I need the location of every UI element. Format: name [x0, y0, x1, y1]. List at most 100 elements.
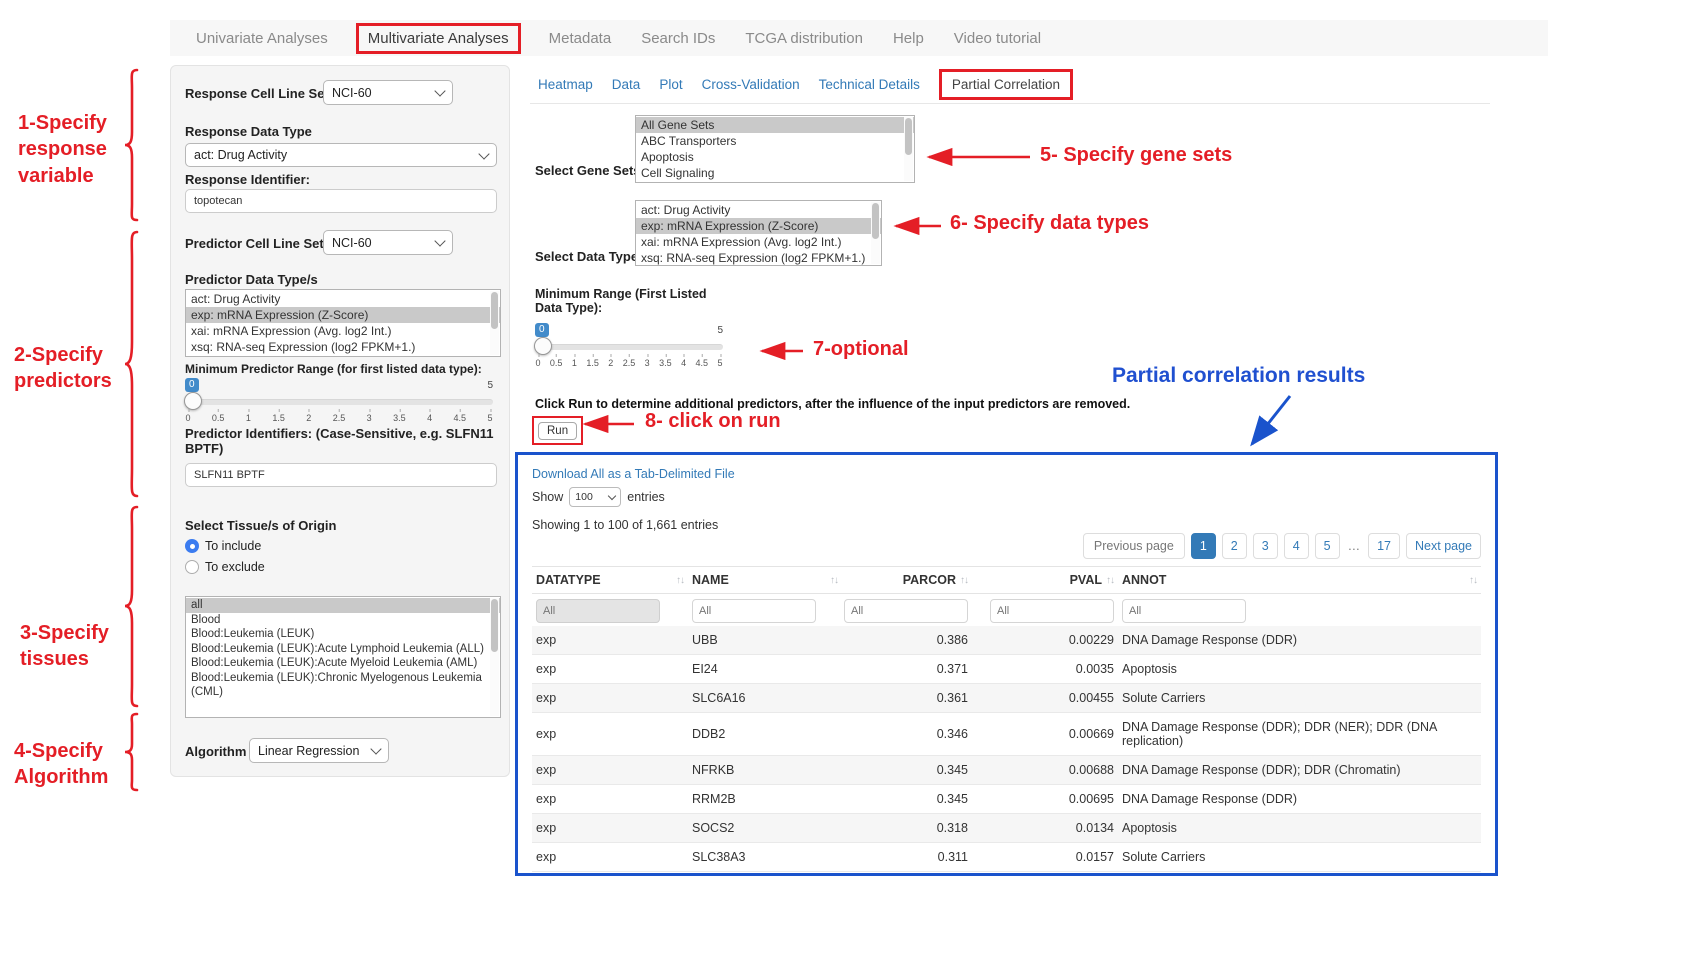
top-nav: Univariate Analyses Multivariate Analyse… — [170, 20, 1548, 56]
list-option[interactable]: xai: mRNA Expression (Avg. log2 Int.) — [186, 323, 500, 339]
run-button[interactable]: Run — [538, 422, 577, 440]
page-button-1[interactable]: 1 — [1191, 533, 1216, 559]
list-option[interactable]: Blood:Leukemia (LEUK):Acute Myeloid Leuk… — [186, 656, 500, 671]
nav-univariate-analyses[interactable]: Univariate Analyses — [196, 30, 328, 47]
filter-pval-input[interactable] — [990, 599, 1114, 623]
algorithm-select[interactable]: Linear Regression — [249, 738, 389, 763]
min-predictor-range-slider: 0 5 0 0.5 1 1.5 2 2.5 3 3.5 4 4.5 5 — [185, 378, 493, 424]
list-option[interactable]: exp: mRNA Expression (Z-Score) — [186, 307, 500, 323]
slider-ticks: 0 0.5 1 1.5 2 2.5 3 3.5 4 4.5 5 — [538, 354, 720, 368]
nav-metadata[interactable]: Metadata — [549, 30, 612, 47]
radio-selected-icon[interactable] — [185, 539, 199, 553]
table-row: exp RRM2B 0.345 0.00695 DNA Damage Respo… — [532, 785, 1481, 814]
annotation-arrow-results — [1240, 392, 1300, 454]
list-option[interactable]: Cell Signaling — [636, 165, 914, 181]
tab-data[interactable]: Data — [612, 77, 641, 92]
scrollbar-thumb[interactable] — [491, 292, 498, 329]
slider-track[interactable] — [535, 344, 723, 350]
table-row: exp EI24 0.371 0.0035 Apoptosis — [532, 655, 1481, 684]
list-option[interactable]: Blood:Leukemia (LEUK):Chronic Myelogenou… — [186, 671, 500, 700]
slider-max-label: 5 — [717, 325, 723, 336]
list-option[interactable]: xsq: RNA-seq Expression (log2 FPKM+1.) — [186, 339, 500, 355]
column-header-datatype[interactable]: DATATYPE ↑↓ — [536, 573, 684, 587]
nav-multivariate-analyses[interactable]: Multivariate Analyses — [368, 30, 509, 47]
annotation-step4: 4-Specify Algorithm — [14, 738, 108, 791]
annotation-step6: 6- Specify data types — [950, 212, 1149, 235]
list-option[interactable]: xai: mRNA Expression (Avg. log2 Int.) — [636, 234, 881, 250]
list-option[interactable]: all — [186, 598, 500, 613]
nav-search-ids[interactable]: Search IDs — [641, 30, 715, 47]
radio-to-exclude[interactable]: To exclude — [185, 560, 265, 574]
nav-video-tutorial[interactable]: Video tutorial — [954, 30, 1041, 47]
list-option[interactable]: act: Drug Activity — [186, 291, 500, 307]
algorithm-label: Algorithm — [185, 744, 246, 759]
tab-heatmap[interactable]: Heatmap — [538, 77, 593, 92]
tissue-origin-label: Select Tissue/s of Origin — [185, 518, 336, 533]
table-header-row: DATATYPE ↑↓ NAME ↑↓ PARCOR ↑↓ PVAL ↑↓ AN… — [532, 566, 1481, 594]
sort-icon[interactable]: ↑↓ — [676, 575, 684, 586]
column-header-pval[interactable]: PVAL ↑↓ — [976, 573, 1114, 587]
entries-label: entries — [627, 490, 665, 504]
predictor-identifiers-input[interactable] — [185, 463, 497, 487]
slider-track[interactable] — [185, 399, 493, 405]
list-option[interactable]: Blood:Leukemia (LEUK):Acute Lymphoid Leu… — [186, 642, 500, 657]
predictor-cell-line-set-select[interactable]: NCI-60 — [323, 230, 453, 255]
list-option[interactable]: All Gene Sets — [636, 117, 914, 133]
response-cell-line-set-select[interactable]: NCI-60 — [323, 80, 453, 105]
download-link[interactable]: Download All as a Tab-Delimited File — [532, 467, 1481, 481]
predictor-cell-line-set-label: Predictor Cell Line Set — [185, 236, 324, 251]
scrollbar — [871, 202, 880, 264]
response-identifier-input[interactable] — [185, 189, 497, 213]
column-header-parcor[interactable]: PARCOR ↑↓ — [846, 573, 968, 587]
slider-handle[interactable] — [534, 337, 552, 355]
table-row: exp SLC38A3 0.311 0.0157 Solute Carriers — [532, 843, 1481, 872]
gene-sets-listbox: All Gene Sets ABC Transporters Apoptosis… — [635, 115, 915, 183]
show-label: Show — [532, 490, 563, 504]
sort-icon[interactable]: ↑↓ — [1106, 575, 1114, 586]
chevron-down-icon — [370, 743, 381, 754]
response-cell-line-set-label: Response Cell Line Set — [185, 86, 329, 101]
page-button-17[interactable]: 17 — [1368, 533, 1400, 559]
annotation-brace-2 — [122, 230, 140, 498]
list-option[interactable]: exp: mRNA Expression (Z-Score) — [636, 218, 881, 234]
sort-icon[interactable]: ↑↓ — [1469, 575, 1477, 586]
tab-technical-details[interactable]: Technical Details — [819, 77, 920, 92]
page-button-5[interactable]: 5 — [1315, 533, 1340, 559]
column-header-name[interactable]: NAME ↑↓ — [692, 573, 838, 587]
annotation-step7: 7-optional — [813, 338, 909, 361]
tab-cross-validation[interactable]: Cross-Validation — [702, 77, 800, 92]
scrollbar-thumb[interactable] — [491, 599, 498, 652]
slider-ticks: 0 0.5 1 1.5 2 2.5 3 3.5 4 4.5 5 — [188, 409, 490, 423]
nav-tcga-distribution[interactable]: TCGA distribution — [745, 30, 863, 47]
page-button-3[interactable]: 3 — [1253, 533, 1278, 559]
tab-partial-correlation[interactable]: Partial Correlation — [952, 77, 1060, 92]
next-page-button[interactable]: Next page — [1406, 533, 1481, 559]
slider-value-badge: 0 — [185, 378, 199, 392]
filter-name-input[interactable] — [692, 599, 816, 623]
list-option[interactable]: ABC Transporters — [636, 133, 914, 149]
radio-to-include[interactable]: To include — [185, 539, 261, 553]
tab-plot[interactable]: Plot — [659, 77, 682, 92]
response-data-type-select[interactable]: act: Drug Activity — [185, 143, 497, 167]
sort-icon[interactable]: ↑↓ — [830, 575, 838, 586]
previous-page-button[interactable]: Previous page — [1083, 533, 1185, 559]
list-option[interactable]: Blood — [186, 613, 500, 628]
table-row: exp NFRKB 0.345 0.00688 DNA Damage Respo… — [532, 756, 1481, 785]
radio-unselected-icon[interactable] — [185, 560, 199, 574]
list-option[interactable]: act: Drug Activity — [636, 202, 881, 218]
filter-annot-input[interactable] — [1122, 599, 1246, 623]
filter-parcor-input[interactable] — [844, 599, 968, 623]
page-button-4[interactable]: 4 — [1284, 533, 1309, 559]
list-option[interactable]: Blood:Leukemia (LEUK) — [186, 627, 500, 642]
list-option[interactable]: xsq: RNA-seq Expression (log2 FPKM+1.) — [636, 250, 881, 266]
scrollbar-thumb[interactable] — [905, 118, 912, 155]
slider-handle[interactable] — [184, 392, 202, 410]
sort-icon[interactable]: ↑↓ — [960, 575, 968, 586]
nav-help[interactable]: Help — [893, 30, 924, 47]
list-option[interactable]: Apoptosis — [636, 149, 914, 165]
page-button-2[interactable]: 2 — [1222, 533, 1247, 559]
scrollbar-thumb[interactable] — [872, 203, 879, 239]
filter-datatype-input[interactable] — [536, 599, 660, 623]
column-header-annot[interactable]: ANNOT ↑↓ — [1122, 573, 1477, 587]
page-length-select[interactable]: 100 — [569, 487, 621, 507]
